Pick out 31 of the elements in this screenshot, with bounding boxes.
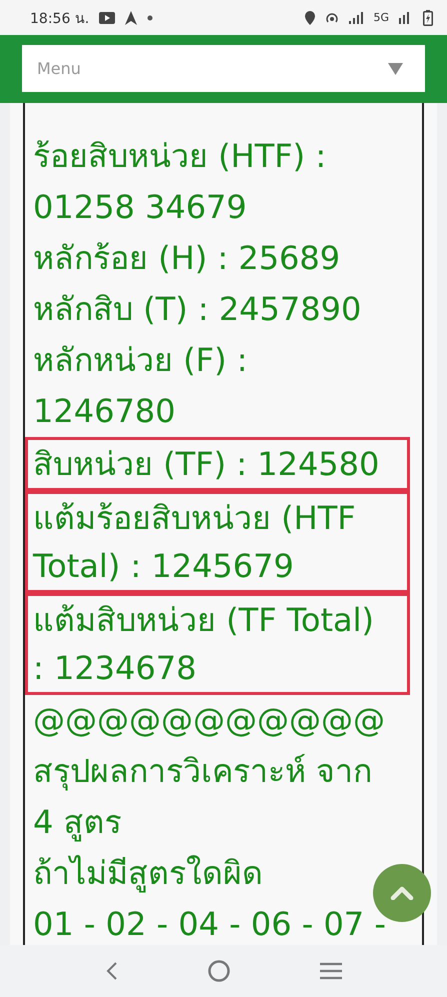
location-icon: [305, 10, 316, 24]
result-line: 4 สูตร: [33, 802, 122, 844]
result-line: หลักหน่วย (F) :: [33, 340, 248, 381]
result-line: แต้มร้อยสิบหน่วย (HTF: [33, 498, 356, 539]
result-line: @@@@@@@@@@@: [33, 700, 385, 741]
caret-icon: [388, 63, 403, 75]
result-line: ร้อยสิบหน่วย (HTF) :: [33, 136, 326, 177]
battery-icon: [423, 10, 433, 26]
result-line: ถ้าไม่มีสูตรใดผิด: [33, 853, 263, 894]
result-line: 01 - 02 - 04 - 06 - 07 -: [33, 904, 386, 945]
result-line: 01258 34679: [33, 187, 247, 228]
signal-icon: [349, 12, 364, 24]
navigation-icon: [125, 10, 138, 24]
result-line: : 1234678: [33, 648, 196, 689]
result-line: แต้มสิบหน่วย (TF Total): [33, 600, 374, 641]
back-icon[interactable]: [104, 961, 119, 981]
status-time: 18:56 น.: [30, 10, 90, 28]
menu-icon[interactable]: [320, 962, 342, 980]
hotspot-icon: [325, 12, 340, 24]
video-icon: [99, 12, 116, 24]
chevron-up-icon: [390, 886, 414, 900]
network-label: 5G: [373, 11, 389, 24]
result-line: หลักร้อย (H) : 25689: [33, 238, 340, 279]
dot-icon: [147, 14, 154, 20]
result-line: 1246780: [33, 391, 176, 432]
menu-select[interactable]: Menu: [22, 45, 425, 92]
result-line: สรุปผลการวิเคราะห์ จาก: [33, 751, 372, 792]
result-line: หลักสิบ (T) : 2457890: [33, 289, 362, 330]
home-icon[interactable]: [208, 960, 230, 982]
result-line: Total) : 1245679: [33, 546, 294, 587]
result-line: สิบหน่วย (TF) : 124580: [33, 444, 380, 485]
